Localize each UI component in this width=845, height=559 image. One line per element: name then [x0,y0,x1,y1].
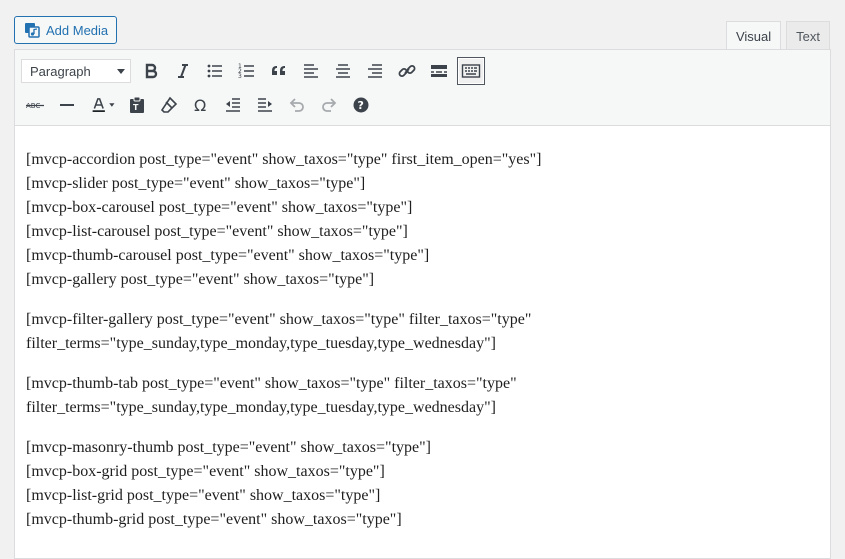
shortcode-line: [mvcp-thumb-carousel post_type="event" s… [26,247,430,264]
add-media-label: Add Media [46,22,109,38]
paste-as-text-button[interactable]: T [123,91,151,119]
shortcode-line: [mvcp-box-grid post_type="event" show_ta… [26,463,385,480]
italic-icon [178,64,188,78]
help-icon: ? [353,97,369,113]
shortcode-line: [mvcp-thumb-grid post_type="event" show_… [26,511,402,528]
align-center-icon [336,64,350,78]
decrease-indent-button[interactable] [219,91,247,119]
chevron-down-icon [117,68,125,74]
shortcode-line: filter_terms="type_sunday,type_monday,ty… [26,335,496,352]
format-select-value: Paragraph [30,63,91,79]
shortcode-paragraph: [mvcp-masonry-thumb post_type="event" sh… [26,436,819,532]
svg-text:3: 3 [238,73,242,80]
add-media-button[interactable]: Add Media [14,16,117,44]
insert-link-button[interactable] [393,57,421,85]
shortcode-paragraph: [mvcp-filter-gallery post_type="event" s… [26,308,819,356]
shortcode-line: [mvcp-list-carousel post_type="event" sh… [26,223,408,240]
increase-indent-button[interactable] [251,91,279,119]
horizontal-line-button[interactable] [53,91,81,119]
tab-text[interactable]: Text [786,21,830,50]
omega-icon: Ω [194,96,206,115]
italic-button[interactable] [169,57,197,85]
redo-icon [322,98,337,112]
redo-button[interactable] [315,91,343,119]
align-right-button[interactable] [361,57,389,85]
read-more-button[interactable] [425,57,453,85]
text-color-button[interactable] [85,91,119,119]
keyboard-shortcuts-button[interactable]: ? [347,91,375,119]
numbered-list-icon: 1 2 3 [238,63,254,80]
shortcode-paragraph: [mvcp-thumb-tab post_type="event" show_t… [26,372,819,420]
shortcode-line: [mvcp-masonry-thumb post_type="event" sh… [26,439,431,456]
text-color-icon [92,98,115,112]
tab-visual[interactable]: Visual [725,21,782,51]
clear-formatting-button[interactable] [155,91,183,119]
toolbar-row-2: ABC T [21,91,379,119]
special-character-button[interactable]: Ω [187,91,215,119]
format-select[interactable]: Paragraph [21,59,131,83]
editor: Paragraph 1 2 3 T Ω ? [mvcp-accordion po… [14,49,831,559]
blockquote-button[interactable] [265,57,293,85]
eraser-icon [160,96,178,113]
svg-text:?: ? [358,99,364,112]
link-icon [398,65,416,77]
align-left-button[interactable] [297,57,325,85]
outdent-icon [226,98,240,112]
strikethrough-icon: ABC [26,102,44,110]
editor-content[interactable]: [mvcp-accordion post_type="event" show_t… [15,126,830,532]
shortcode-line: [mvcp-gallery post_type="event" show_tax… [26,271,375,288]
align-left-icon [304,64,318,78]
toolbar-row-1: Paragraph 1 2 3 [21,57,489,85]
clipboard-icon: T [130,96,144,113]
bold-button[interactable] [137,57,165,85]
bulleted-list-icon [207,64,222,78]
strikethrough-button[interactable]: ABC [21,91,49,119]
shortcode-paragraph: [mvcp-accordion post_type="event" show_t… [26,148,819,292]
quote-icon [272,66,285,75]
media-icon [24,22,40,38]
align-center-button[interactable] [329,57,357,85]
shortcode-line: filter_terms="type_sunday,type_monday,ty… [26,399,496,416]
numbered-list-button[interactable]: 1 2 3 [233,57,261,85]
undo-button[interactable] [283,91,311,119]
editor-toolbar: Paragraph 1 2 3 T Ω ? [15,50,830,126]
shortcode-line: [mvcp-slider post_type="event" show_taxo… [26,175,366,192]
keyboard-icon [461,64,481,78]
indent-icon [258,98,272,112]
shortcode-line: [mvcp-box-carousel post_type="event" sho… [26,199,413,216]
read-more-icon [431,65,447,77]
svg-text:T: T [133,103,139,112]
shortcode-line: [mvcp-accordion post_type="event" show_t… [26,151,542,168]
shortcode-line: [mvcp-thumb-tab post_type="event" show_t… [26,375,517,392]
undo-icon [289,98,304,112]
shortcode-line: [mvcp-filter-gallery post_type="event" s… [26,311,532,328]
toolbar-toggle-button[interactable] [457,57,485,85]
bulleted-list-button[interactable] [201,57,229,85]
editor-tabs: Visual Text [721,21,830,51]
align-right-icon [368,64,382,78]
svg-text:Ω: Ω [194,96,206,115]
shortcode-line: [mvcp-list-grid post_type="event" show_t… [26,487,381,504]
horizontal-line-icon [60,104,74,106]
bold-icon [145,63,158,79]
